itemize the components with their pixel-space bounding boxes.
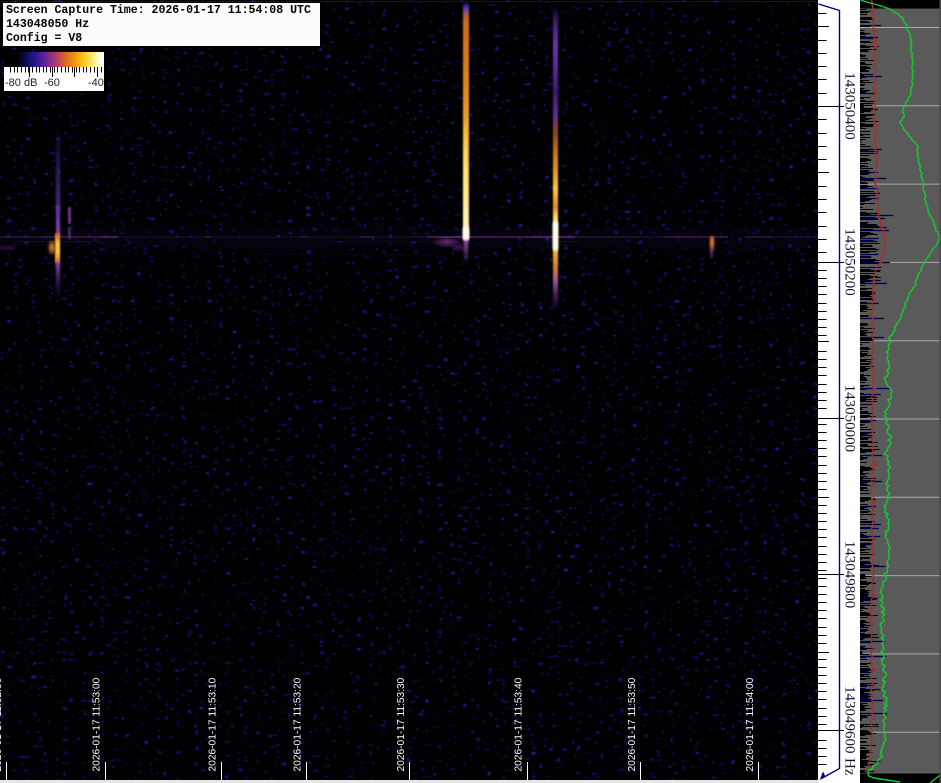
svg-text:2026-01-17 11:52:50: 2026-01-17 11:52:50	[0, 677, 4, 771]
svg-text:143050400: 143050400	[842, 72, 858, 140]
svg-text:2026-01-17 11:53:30: 2026-01-17 11:53:30	[396, 677, 407, 771]
svg-text:2026-01-17 11:53:50: 2026-01-17 11:53:50	[627, 677, 638, 771]
svg-text:Hz: Hz	[842, 758, 858, 776]
svg-text:2026-01-17 11:54:00: 2026-01-17 11:54:00	[745, 677, 756, 771]
svg-text:2026-01-17 11:53:20: 2026-01-17 11:53:20	[293, 677, 304, 771]
svg-text:2026-01-17 11:53:40: 2026-01-17 11:53:40	[514, 677, 525, 771]
svg-text:2026-01-17 11:53:10: 2026-01-17 11:53:10	[208, 677, 219, 771]
svg-text:2026-01-17 11:53:00: 2026-01-17 11:53:00	[92, 677, 103, 771]
svg-text:143049800: 143049800	[842, 541, 858, 609]
svg-text:143049600: 143049600	[842, 686, 858, 754]
svg-text:143050200: 143050200	[842, 228, 858, 296]
svg-text:143050000: 143050000	[842, 385, 858, 453]
